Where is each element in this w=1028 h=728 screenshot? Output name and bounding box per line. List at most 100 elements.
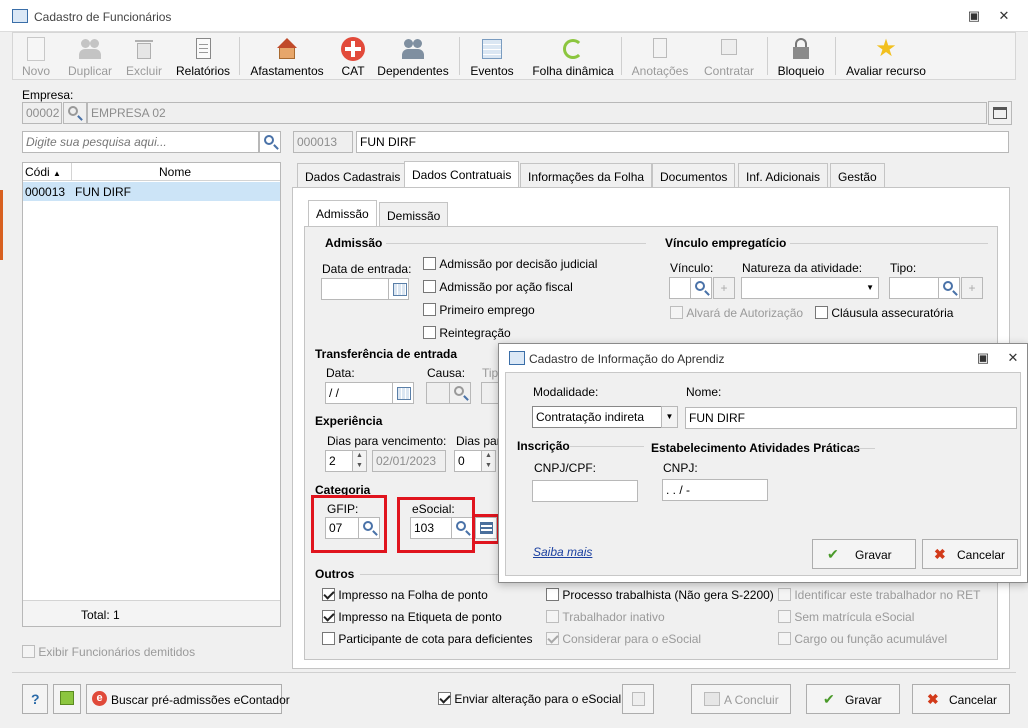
days-stepper[interactable]: ▲ ▼	[352, 450, 367, 472]
cnpj-input[interactable]: . . / -	[662, 479, 768, 501]
chevron-down-icon[interactable]: ▼	[661, 406, 678, 428]
search-button[interactable]	[259, 131, 281, 153]
gfip-input[interactable]: 07	[325, 517, 359, 539]
esocial-detail-button[interactable]	[475, 517, 497, 539]
check-alvara[interactable]: Alvará de Autorização	[670, 306, 803, 322]
tab-gestao[interactable]: Gestão	[830, 163, 885, 188]
check-cargo-acumulavel[interactable]: Cargo ou função acumulável	[778, 632, 947, 648]
checkbox-box	[778, 632, 791, 645]
days2-stepper[interactable]: ▲ ▼	[481, 450, 496, 472]
star-icon: ★	[875, 35, 897, 62]
save-button[interactable]: ✔ Gravar	[806, 684, 900, 714]
tab-demissao[interactable]: Demissão	[379, 202, 449, 227]
modalidade-select[interactable]: Contratação indireta	[532, 406, 678, 428]
tab-admissao[interactable]: Admissão	[308, 200, 377, 227]
check-processo-trabalhista[interactable]: Processo trabalhista (Não gera S-2200)	[546, 588, 774, 604]
new-button[interactable]: Novo	[15, 33, 57, 79]
table-row[interactable]: 000013 FUN DIRF	[23, 182, 280, 201]
transfer-cause-search[interactable]	[449, 382, 471, 404]
show-dismissed-checkbox[interactable]: Exibir Funcionários demitidos	[22, 645, 195, 661]
tipo-add-button[interactable]: +	[961, 277, 983, 299]
check-cota-deficientes[interactable]: Participante de cota para deficientes	[322, 632, 532, 648]
dialog-save-button[interactable]: ✔ Gravar	[812, 539, 916, 569]
company-code-field[interactable]: 00002	[22, 102, 62, 124]
company-select-button[interactable]	[988, 101, 1012, 125]
entry-date-input[interactable]	[321, 278, 389, 300]
check-reintegration[interactable]: Reintegração	[423, 326, 511, 342]
days-input[interactable]: 2	[325, 450, 353, 472]
checkbox-box	[423, 326, 436, 339]
nome-input[interactable]: FUN DIRF	[685, 407, 1017, 429]
check-fiscal[interactable]: Admissão por ação fiscal	[423, 280, 573, 296]
check-first-job[interactable]: Primeiro emprego	[423, 303, 535, 319]
rate-feature-button[interactable]: ★ Avaliar recurso	[843, 33, 929, 79]
duplicate-button[interactable]: Duplicar	[61, 33, 119, 79]
checkbox-box	[546, 632, 559, 645]
search-input[interactable]: Digite sua pesquisa aqui...	[22, 131, 259, 153]
natureza-select[interactable]: ▼	[741, 277, 879, 299]
check-etiqueta-ponto[interactable]: Impresso na Etiqueta de ponto	[322, 610, 502, 626]
dynamic-payroll-button[interactable]: Folha dinâmica	[525, 33, 621, 79]
entry-date-picker[interactable]	[388, 278, 409, 300]
saiba-mais-link[interactable]: Saiba mais	[533, 545, 592, 559]
check-judicial[interactable]: Admissão por decisão judicial	[423, 257, 597, 273]
notes-button[interactable]: Anotações	[629, 33, 691, 79]
search-icon	[454, 386, 464, 396]
days2-input[interactable]: 0	[454, 450, 482, 472]
cancel-button[interactable]: ✖ Cancelar	[912, 684, 1010, 714]
delete-button[interactable]: Excluir	[123, 33, 165, 79]
tab-documentos[interactable]: Documentos	[652, 163, 736, 188]
cnpjcpf-input[interactable]	[532, 480, 638, 502]
tab-dados-contratuais[interactable]: Dados Contratuais	[404, 161, 520, 188]
grid-col-name[interactable]: Nome	[159, 165, 191, 179]
restore-icon[interactable]: ▣	[975, 350, 991, 366]
tipo-search-button[interactable]	[938, 277, 960, 299]
esocial-input[interactable]: 103	[410, 517, 452, 539]
conclude-button[interactable]: A Concluir	[691, 684, 791, 714]
list-icon	[480, 37, 504, 61]
cat-button[interactable]: CAT	[335, 33, 371, 79]
check-sem-matricula[interactable]: Sem matrícula eSocial	[778, 610, 914, 626]
employee-name-field[interactable]: FUN DIRF	[356, 131, 1009, 153]
check-considerar-esocial[interactable]: Considerar para o eSocial	[546, 632, 701, 648]
tab-informacoes-folha[interactable]: Informações da Folha	[520, 163, 653, 188]
transfer-cause-input[interactable]	[426, 382, 450, 404]
vinculo-add-button[interactable]: +	[713, 277, 735, 299]
check-identificar-ret[interactable]: Identificar este trabalhador no RET	[778, 588, 980, 604]
company-search-button[interactable]	[63, 102, 87, 124]
copy-icon	[632, 692, 645, 706]
grid-col-code[interactable]: Códi ▲	[25, 165, 61, 179]
help-button[interactable]: ?	[22, 684, 48, 714]
vinculo-input[interactable]	[669, 277, 691, 299]
check-clausula[interactable]: Cláusula assecuratória	[815, 306, 953, 322]
tipo-input[interactable]	[889, 277, 939, 299]
check-folha-ponto[interactable]: Impresso na Folha de ponto	[322, 588, 488, 604]
events-button[interactable]: Eventos	[467, 33, 517, 79]
vinculo-search-button[interactable]	[690, 277, 712, 299]
send-esocial-checkbox[interactable]: Enviar alteração para o eSocial	[438, 692, 621, 708]
dependents-button[interactable]: Dependentes	[377, 33, 449, 79]
buscar-pre-admissoes-button[interactable]: e Buscar pré-admissões eContador	[86, 684, 290, 714]
dialog-cancel-button[interactable]: ✖ Cancelar	[922, 539, 1018, 569]
restore-icon[interactable]: ▣	[966, 8, 982, 24]
hire-button[interactable]: Contratar	[697, 33, 761, 79]
transfer-date-picker[interactable]	[392, 382, 414, 404]
esocial-search-button[interactable]	[451, 517, 473, 539]
tab-inf-adicionais[interactable]: Inf. Adicionais	[738, 163, 829, 188]
close-icon[interactable]: ✕	[1005, 350, 1021, 366]
close-icon[interactable]: ✕	[996, 8, 1012, 24]
tab-dados-cadastrais[interactable]: Dados Cadastrais	[297, 163, 409, 188]
absences-button[interactable]: Afastamentos	[249, 33, 325, 79]
transfer-date-input[interactable]: / /	[325, 382, 393, 404]
lock-button[interactable]: Bloqueio	[773, 33, 829, 79]
cnpjcpf-label: CNPJ/CPF:	[534, 461, 597, 475]
help-icon: ?	[31, 691, 40, 707]
gfip-search-button[interactable]	[358, 517, 380, 539]
import-button[interactable]	[53, 684, 81, 714]
grid-col-divider	[71, 163, 72, 181]
checkbox-box	[438, 692, 451, 705]
reports-button[interactable]: Relatórios	[173, 33, 233, 79]
check-trabalhador-inativo[interactable]: Trabalhador inativo	[546, 610, 665, 626]
checkbox-box	[22, 645, 35, 658]
copy-button[interactable]	[622, 684, 654, 714]
